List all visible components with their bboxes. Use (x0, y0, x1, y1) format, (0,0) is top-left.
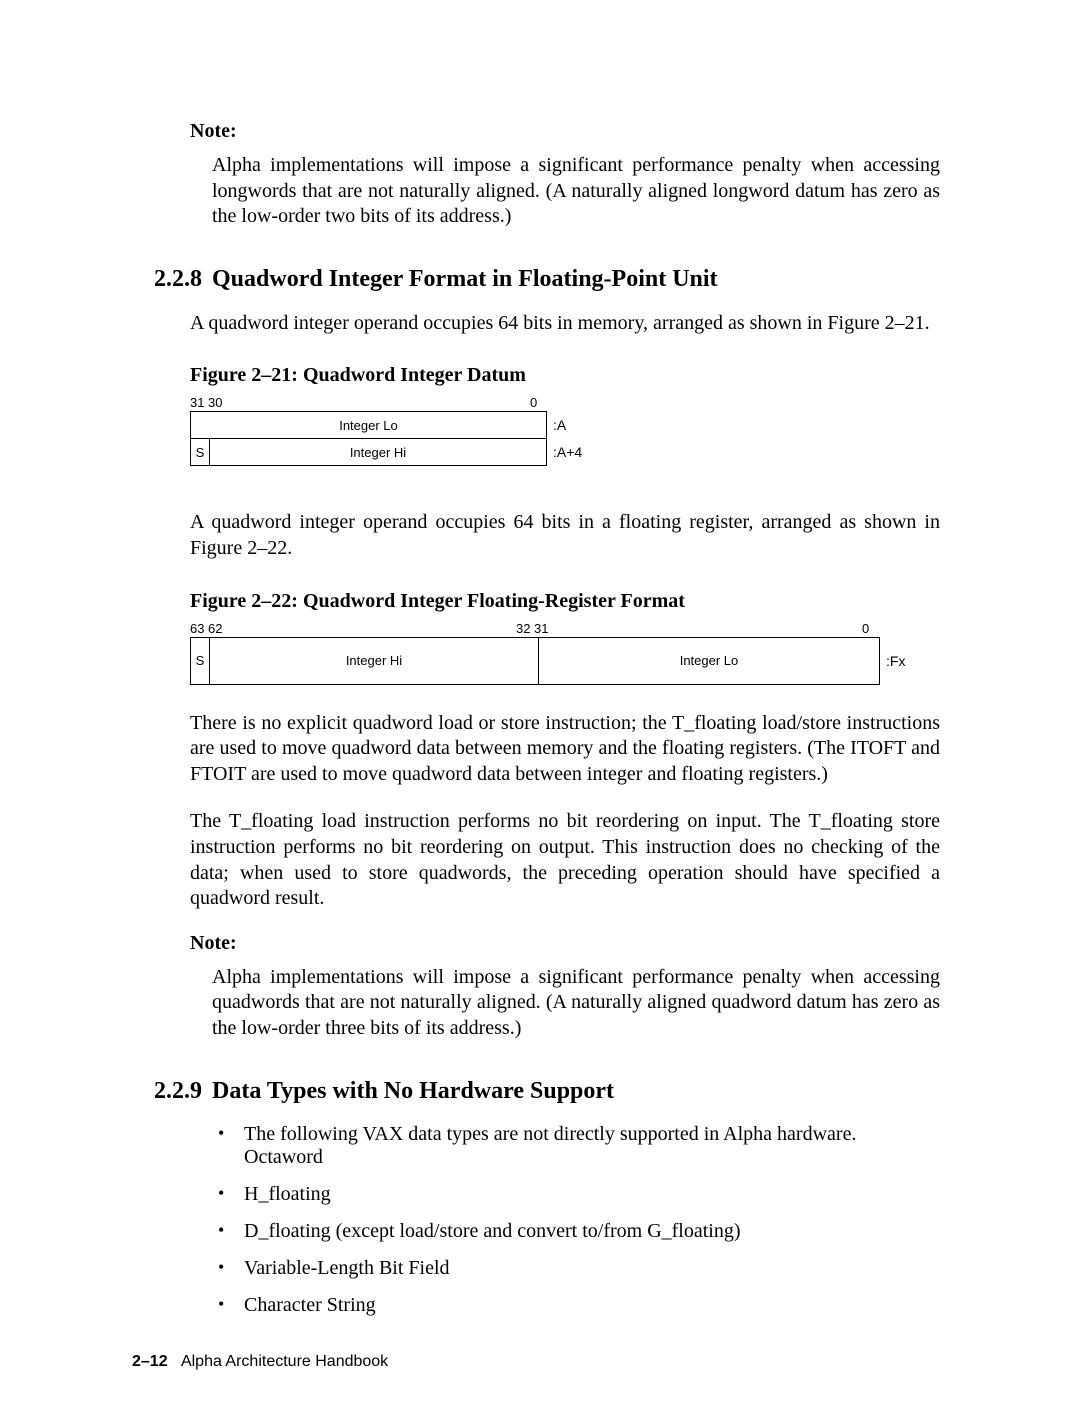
page-footer: 2–12 Alpha Architecture Handbook (132, 1353, 940, 1371)
figure-21-bitlabels: 31 30 0 (190, 395, 540, 411)
bit-label-31: 31 (534, 621, 548, 636)
note-body-2: Alpha implementations will impose a sign… (190, 965, 940, 1042)
figure-22-fx: :Fx (880, 637, 907, 684)
list-item: The following VAX data types are not dir… (244, 1123, 940, 1169)
section-228-heading: 2.2.8 Quadword Integer Format in Floatin… (154, 266, 940, 293)
section-228-intro: A quadword integer operand occupies 64 b… (190, 311, 940, 337)
figure-21: 31 30 0 Integer Lo :A S Integer Hi :A+4 (190, 395, 940, 466)
section-229-bullets: The following VAX data types are not dir… (190, 1123, 940, 1317)
para-after-fig22b: The T_floating load instruction performs… (190, 809, 940, 911)
para-after-fig21: A quadword integer operand occupies 64 b… (190, 510, 940, 561)
list-item: H_floating (244, 1183, 940, 1206)
section-229-heading: 2.2.9 Data Types with No Hardware Suppor… (154, 1078, 940, 1105)
bit-label-0: 0 (862, 621, 869, 636)
figure-21-row1: Integer Lo :A (191, 412, 584, 439)
bit-label-62: 62 (208, 621, 222, 636)
figure-22: 63 62 32 31 0 S Integer Hi Integer Lo :F… (190, 621, 940, 685)
section-number: 2.2.8 (154, 266, 202, 293)
page: Note: Alpha implementations will impose … (0, 0, 1080, 1401)
figure-22-caption: Figure 2–22: Quadword Integer Floating-R… (190, 590, 940, 613)
para-after-fig22a: There is no explicit quadword load or st… (190, 711, 940, 788)
list-item: Variable-Length Bit Field (244, 1257, 940, 1280)
note-body-1: Alpha implementations will impose a sign… (190, 153, 940, 230)
figure-22-bitlabels: 63 62 32 31 0 (190, 621, 870, 637)
figure-22-integer-lo: Integer Lo (539, 637, 880, 684)
figure-21-row2: S Integer Hi :A+4 (191, 439, 584, 466)
note-heading-2: Note: (190, 932, 940, 955)
figure-22-sign-bit: S (191, 637, 210, 684)
page-number: 2–12 (132, 1353, 168, 1370)
figure-22-table: S Integer Hi Integer Lo :Fx (190, 637, 906, 685)
figure-21-caption: Figure 2–21: Quadword Integer Datum (190, 364, 940, 387)
figure-21-addr-a: :A (547, 412, 584, 439)
list-item: D_floating (except load/store and conver… (244, 1220, 940, 1243)
bit-label-63: 63 (190, 621, 204, 636)
bit-label-0: 0 (530, 395, 537, 410)
section-number: 2.2.9 (154, 1078, 202, 1105)
bit-label-30: 30 (208, 395, 222, 410)
footer-title: Alpha Architecture Handbook (181, 1353, 388, 1370)
figure-21-sign-bit: S (191, 439, 210, 466)
figure-22-row: S Integer Hi Integer Lo :Fx (191, 637, 907, 684)
section-title: Data Types with No Hardware Support (212, 1078, 614, 1105)
bit-label-32: 32 (516, 621, 530, 636)
figure-21-integer-lo: Integer Lo (191, 412, 547, 439)
note-heading-1: Note: (190, 120, 940, 143)
section-title: Quadword Integer Format in Floating-Poin… (212, 266, 718, 293)
figure-22-integer-hi: Integer Hi (210, 637, 539, 684)
figure-21-table: Integer Lo :A S Integer Hi :A+4 (190, 411, 584, 466)
bit-label-31: 31 (190, 395, 204, 410)
figure-21-addr-a4: :A+4 (547, 439, 584, 466)
figure-21-integer-hi: Integer Hi (210, 439, 547, 466)
list-item: Character String (244, 1294, 940, 1317)
